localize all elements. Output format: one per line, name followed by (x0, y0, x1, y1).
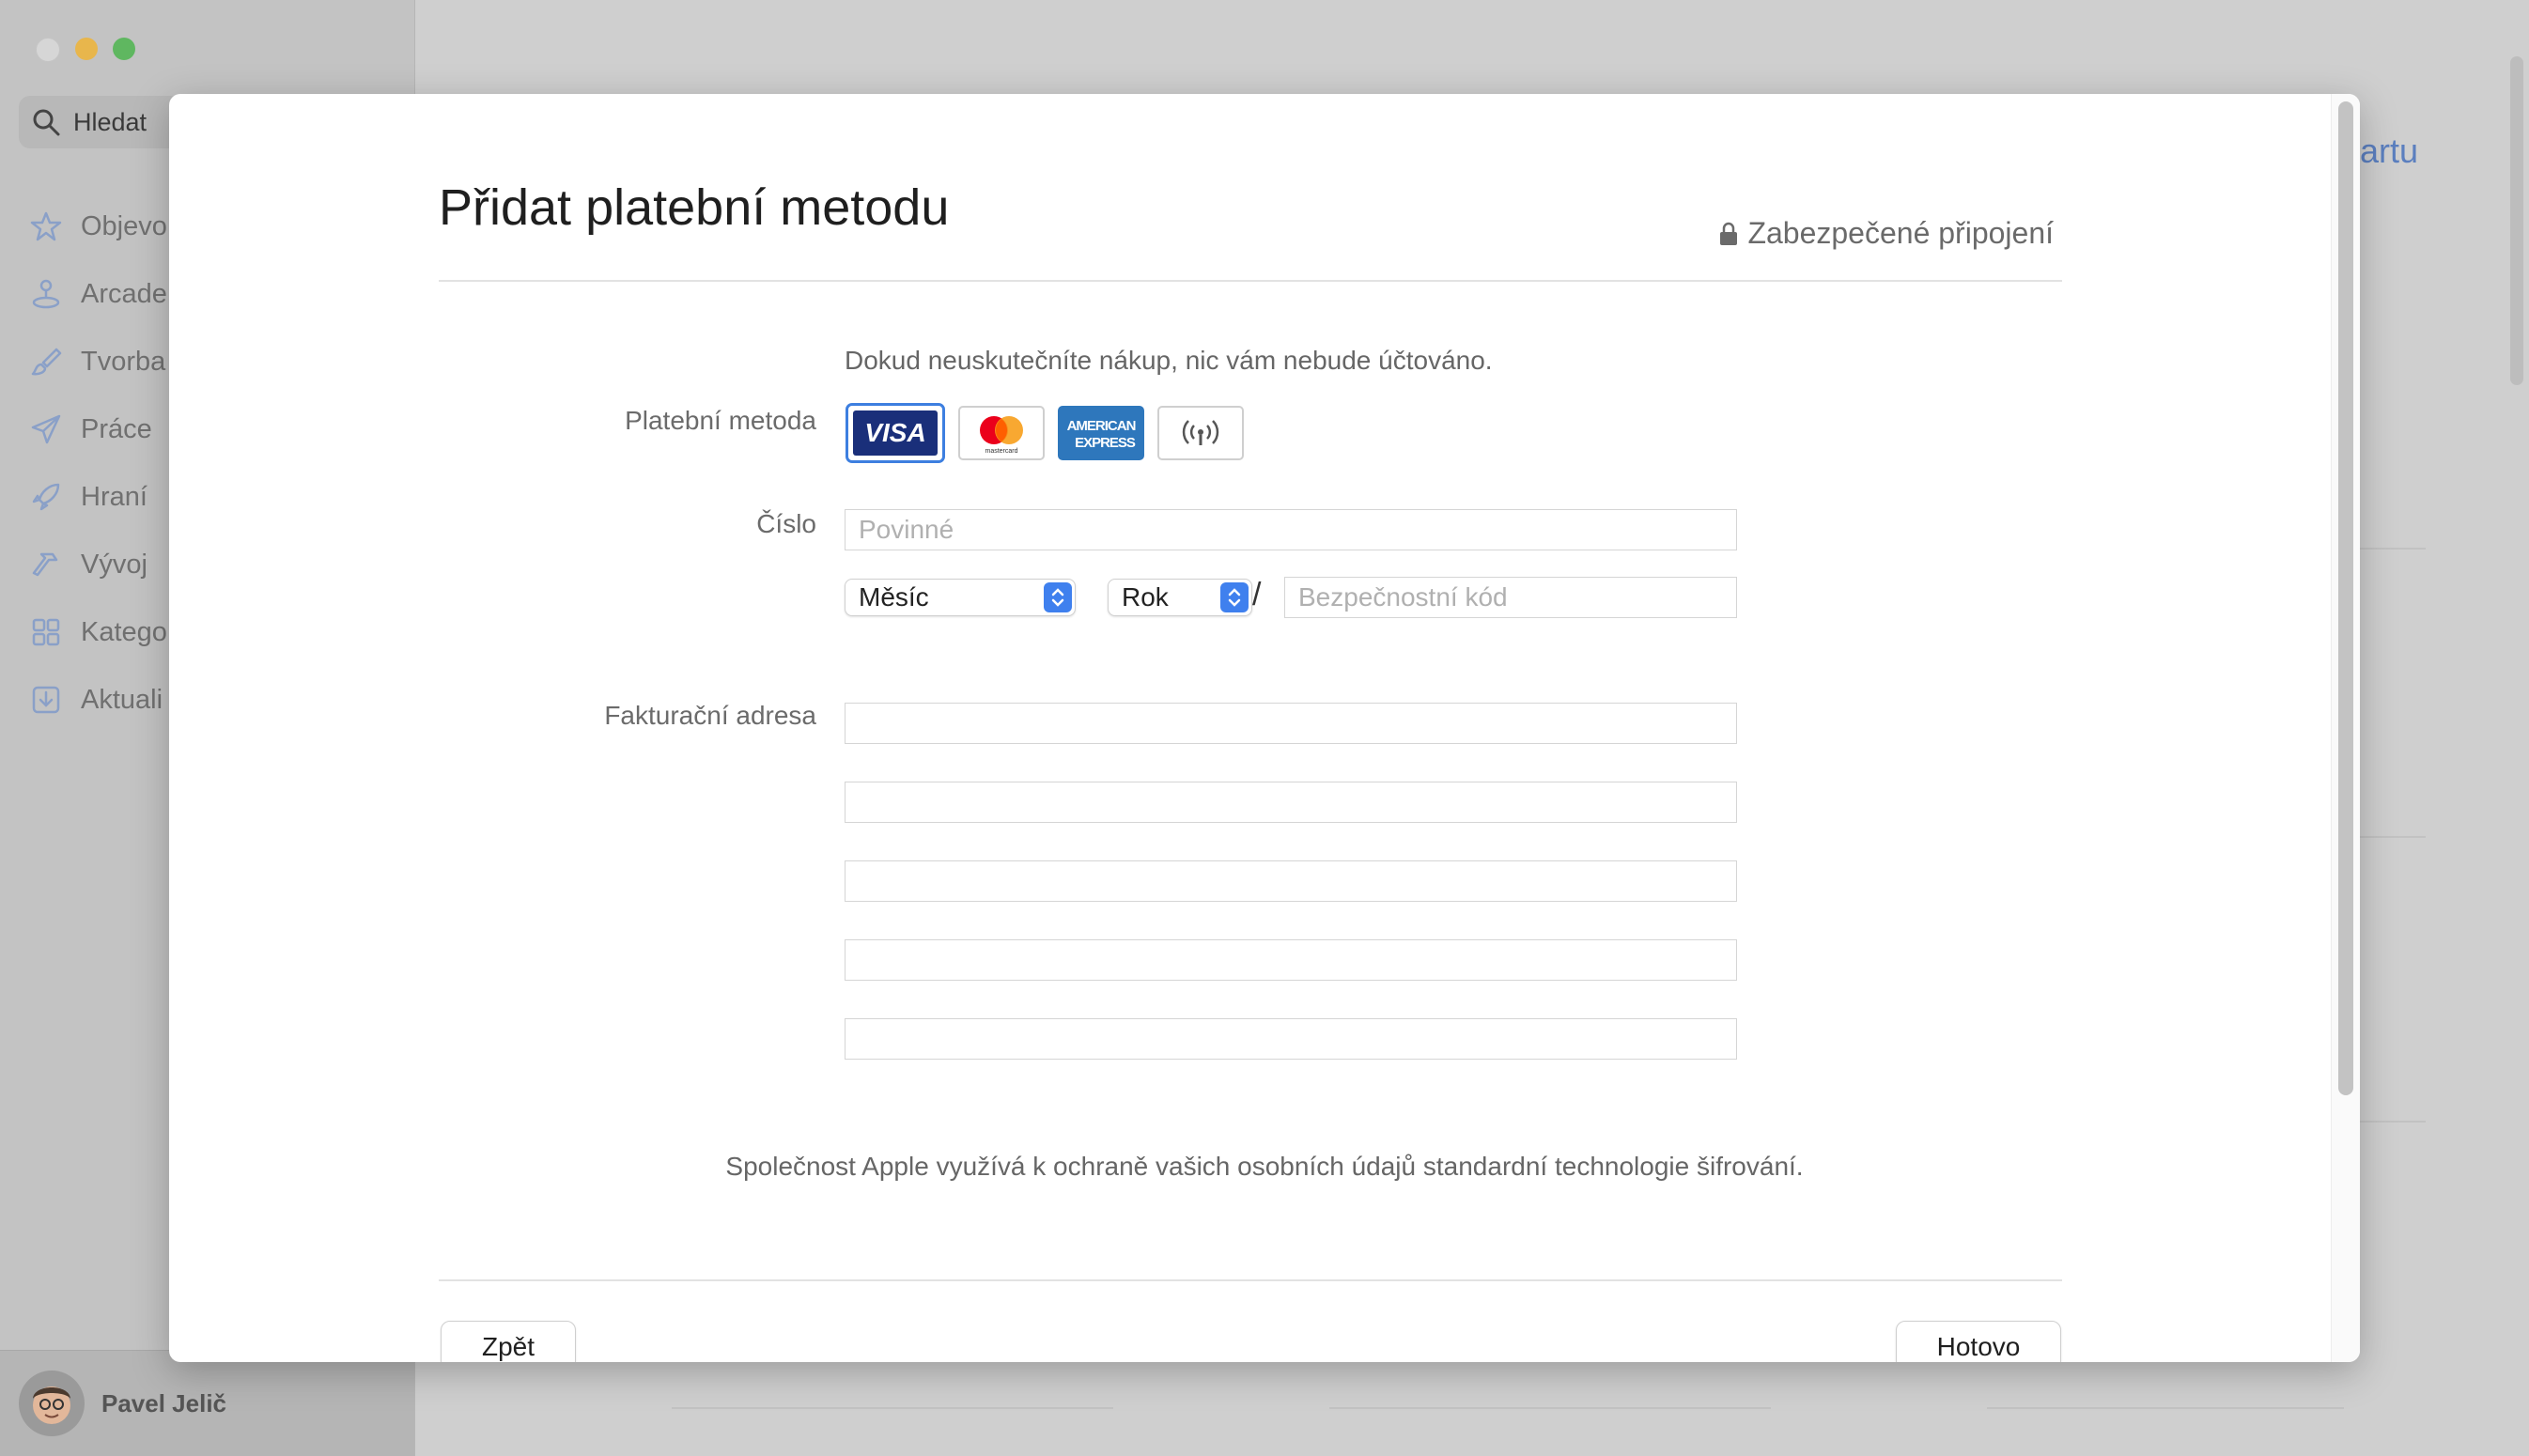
sheet-scrollbar-thumb[interactable] (2338, 101, 2353, 1095)
mastercard-wordmark: mastercard (985, 448, 1017, 455)
sidebar-item-develop[interactable]: Vývoj (30, 531, 167, 598)
background-divider (672, 1407, 1113, 1409)
payment-method-label: Platební metoda (625, 406, 816, 435)
background-divider (1987, 1407, 2344, 1409)
minimize-window-button[interactable] (75, 38, 98, 60)
user-name: Pavel Jelič (101, 1388, 226, 1417)
card-option-visa[interactable]: VISA (846, 403, 945, 463)
month-select[interactable]: Měsíc (845, 579, 1076, 616)
sidebar-item-discover[interactable]: Objevo (30, 193, 167, 260)
card-option-mastercard[interactable]: mastercard (958, 406, 1045, 460)
payment-card-options: VISA mastercard AMERICAN EXPRESS (846, 403, 1244, 463)
sidebar-item-create[interactable]: Tvorba (30, 328, 167, 395)
add-payment-sheet: Přidat platební metodu Zabezpečené připo… (169, 94, 2360, 1362)
contactless-icon (1182, 420, 1219, 445)
sidebar-item-work[interactable]: Práce (30, 395, 167, 463)
lock-icon (1720, 222, 1738, 245)
sidebar-item-label: Práce (81, 413, 152, 444)
chevron-updown-icon (1228, 588, 1241, 607)
year-select-stepper[interactable] (1220, 582, 1249, 612)
close-window-button[interactable] (36, 38, 60, 62)
privacy-notice: Společnost Apple využívá k ochraně vašic… (725, 1152, 1804, 1181)
avatar[interactable] (19, 1371, 85, 1436)
year-select[interactable]: Rok (1108, 579, 1252, 616)
star-icon (30, 211, 62, 241)
visa-icon: VISA (853, 410, 938, 456)
window-controls (36, 38, 135, 62)
sidebar-item-arcade[interactable]: Arcade (30, 260, 167, 328)
svg-text:EXPRESS: EXPRESS (1075, 435, 1136, 451)
brush-icon (31, 348, 62, 376)
sidebar-item-categories[interactable]: Katego (30, 598, 167, 666)
billing-address-line-1[interactable] (845, 703, 1737, 744)
billing-address-line-2[interactable] (845, 782, 1737, 823)
month-select-stepper[interactable] (1044, 582, 1072, 612)
sidebar-item-label: Hraní (81, 481, 147, 512)
background-scrollbar[interactable] (2510, 56, 2523, 385)
hammer-icon (32, 552, 58, 577)
memoji-icon (33, 1386, 70, 1424)
sidebar-item-play[interactable]: Hraní (30, 463, 167, 531)
card-number-input[interactable]: Povinné (845, 509, 1737, 550)
account-bar[interactable]: Pavel Jelič (0, 1350, 414, 1456)
billing-address-label: Fakturační adresa (604, 701, 816, 730)
background-divider (2360, 548, 2426, 550)
card-number-label: Číslo (756, 509, 816, 538)
sidebar-item-label: Aktuali (81, 684, 163, 715)
billing-address-line-5[interactable] (845, 1018, 1737, 1060)
search-label: Hledat (73, 107, 147, 136)
secure-connection-label: Zabezpečené připojení (1747, 216, 2054, 250)
year-select-value: Rok (1122, 582, 1169, 612)
date-separator: / (1252, 577, 1262, 612)
paper-plane-icon (31, 414, 61, 444)
sidebar-item-updates[interactable]: Aktuali (30, 666, 167, 734)
done-button[interactable]: Hotovo (1896, 1321, 2061, 1362)
sidebar-item-label: Objevo (81, 210, 167, 241)
rocket-icon (32, 483, 60, 511)
joystick-icon (32, 279, 60, 309)
amex-icon: AMERICAN EXPRESS (1060, 410, 1142, 457)
chevron-updown-icon (1051, 588, 1064, 607)
month-select-value: Měsíc (859, 582, 929, 612)
mastercard-icon: mastercard (980, 416, 1023, 455)
background-divider (1329, 1407, 1771, 1409)
back-button[interactable]: Zpět (441, 1321, 576, 1362)
sidebar-nav: Objevo Arcade Tvorba Práce Hraní Vývoj K… (30, 193, 167, 734)
security-code-input[interactable]: Bezpečnostní kód (1284, 577, 1737, 618)
sidebar-item-label: Tvorba (81, 346, 166, 377)
billing-address-line-3[interactable] (845, 860, 1737, 902)
header-divider (439, 280, 2062, 282)
background-link-fragment: artu (2360, 132, 2419, 170)
billing-address-line-4[interactable] (845, 939, 1737, 981)
search-icon (33, 109, 60, 136)
page-title: Přidat platební metodu (439, 179, 950, 236)
secure-connection: Zabezpečené připojení (1719, 216, 2054, 251)
sidebar-item-label: Katego (81, 616, 167, 647)
svg-text:AMERICAN: AMERICAN (1067, 418, 1136, 434)
background-divider (2360, 1121, 2426, 1123)
maximize-window-button[interactable] (113, 38, 135, 60)
sidebar-item-label: Vývoj (81, 549, 147, 580)
card-option-contactless[interactable] (1157, 406, 1244, 460)
download-icon (32, 686, 60, 714)
no-charge-notice: Dokud neuskutečníte nákup, nic vám nebud… (845, 346, 1493, 375)
card-option-amex[interactable]: AMERICAN EXPRESS (1058, 406, 1144, 460)
footer-divider (439, 1279, 2062, 1281)
grid-icon (32, 618, 60, 646)
background-divider (2360, 836, 2426, 838)
sidebar-item-label: Arcade (81, 278, 167, 309)
